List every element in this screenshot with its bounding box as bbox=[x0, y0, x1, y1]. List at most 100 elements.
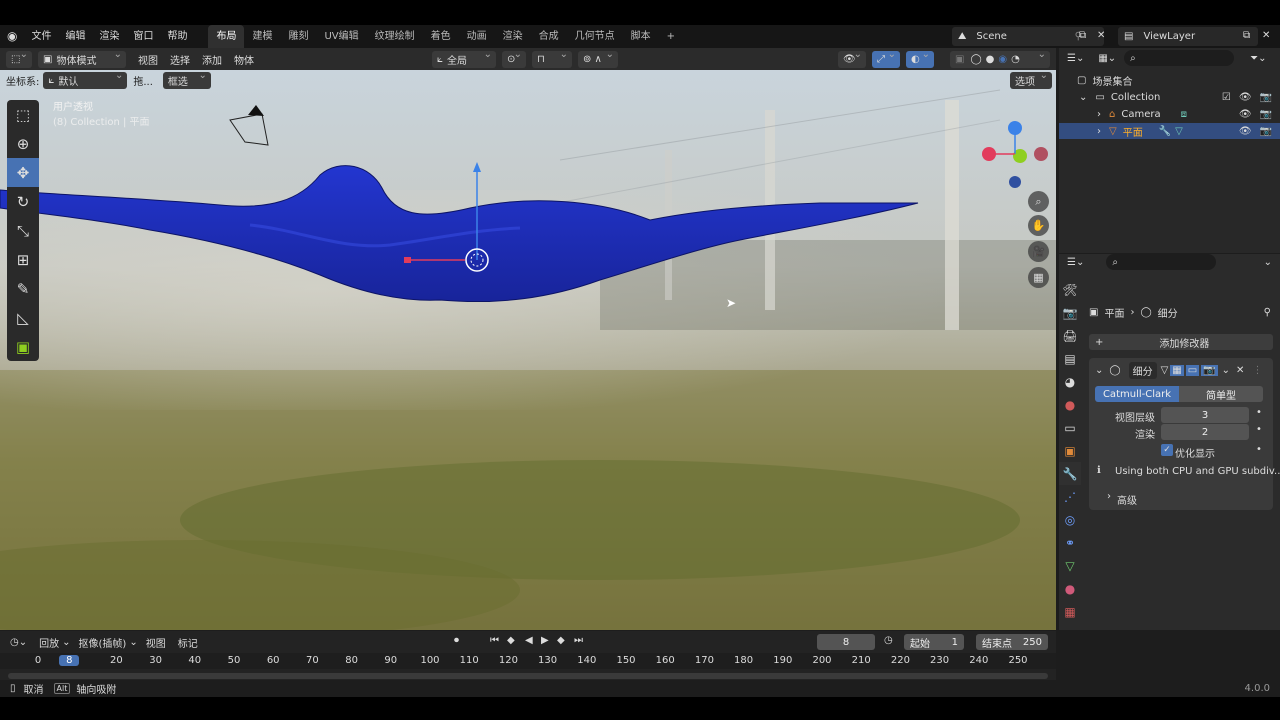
tab-sculpt[interactable]: 雕刻 bbox=[280, 25, 316, 48]
menu-help[interactable]: 帮助 bbox=[160, 25, 194, 48]
proportional-edit-dropdown[interactable]: ⊚ ∧ bbox=[578, 49, 618, 68]
frame-tick-label[interactable]: 160 bbox=[655, 655, 675, 666]
tab-layout[interactable]: 布局 bbox=[208, 25, 245, 48]
pivot-dropdown[interactable]: ⊙ bbox=[502, 49, 526, 68]
material-shading-icon[interactable]: ◉ bbox=[998, 54, 1007, 65]
frame-tick-label[interactable]: 130 bbox=[538, 655, 558, 666]
rotate-tool-icon[interactable]: ↻ bbox=[7, 187, 39, 216]
record-icon[interactable]: ⏺ bbox=[454, 635, 459, 646]
overlay-toggle[interactable]: ◐ bbox=[906, 49, 934, 68]
frame-tick-label[interactable]: 200 bbox=[812, 655, 832, 666]
xray-icon[interactable]: ▣ bbox=[955, 54, 964, 65]
mode-dropdown[interactable]: ▣ 物体模式 bbox=[38, 49, 126, 68]
menu-file[interactable]: 文件 bbox=[24, 25, 58, 48]
frame-tick-label[interactable]: 40 bbox=[185, 655, 205, 666]
current-frame-field[interactable]: 8 bbox=[817, 634, 875, 650]
menu-window[interactable]: 窗口 bbox=[126, 25, 160, 48]
coord-dropdown[interactable]: ⟀ 默认 bbox=[43, 70, 128, 89]
eye-icon[interactable]: 👁 bbox=[1239, 126, 1252, 137]
render-level-field[interactable]: 2 bbox=[1161, 424, 1249, 440]
cursor-tool-icon[interactable]: ⊕ bbox=[7, 129, 39, 158]
outliner-row-plane[interactable]: › ▽ 平面 🔧 ▽ 👁 📷 bbox=[1059, 123, 1280, 139]
filter-icon[interactable]: ⏷⌄ bbox=[1250, 53, 1266, 64]
tab-geometry-nodes[interactable]: 几何节点 bbox=[567, 25, 623, 48]
physics-tab-icon[interactable]: ◎ bbox=[1059, 508, 1081, 531]
new-view-layer-icon[interactable]: ⧉ bbox=[1243, 30, 1250, 41]
render-camera-icon[interactable]: 📷 bbox=[1260, 109, 1272, 120]
scale-tool-icon[interactable]: ⤡ bbox=[7, 216, 39, 245]
visibility-dropdown[interactable]: 👁 bbox=[838, 49, 866, 68]
frame-tick-label[interactable]: 20 bbox=[106, 655, 126, 666]
properties-editor-icon[interactable]: ☰⌄ bbox=[1067, 257, 1084, 268]
next-keyframe-icon[interactable]: ◆ bbox=[557, 635, 565, 646]
transform-tool-icon[interactable]: ⊞ bbox=[7, 245, 39, 274]
add-cube-tool-icon[interactable]: ▣ bbox=[7, 332, 39, 361]
timeline-scrollbar[interactable] bbox=[8, 673, 1048, 679]
frame-tick-label[interactable]: 220 bbox=[890, 655, 910, 666]
view-layer-selector[interactable]: ▤ ViewLayer bbox=[1118, 27, 1258, 46]
annotate-tool-icon[interactable]: ✎ bbox=[7, 274, 39, 303]
menu-render[interactable]: 渲染 bbox=[92, 25, 126, 48]
chevron-down-icon[interactable]: ⌄ bbox=[1264, 257, 1272, 268]
gizmo-toggle[interactable]: ⤢ bbox=[872, 49, 900, 68]
eye-icon[interactable]: 👁 bbox=[1239, 92, 1252, 103]
drag-handle-icon[interactable]: ⋮ bbox=[1252, 365, 1262, 376]
edit-mode-toggle-icon[interactable]: ▽ bbox=[1161, 365, 1169, 376]
wireframe-shading-icon[interactable]: ◯ bbox=[970, 54, 981, 65]
tool-tab-icon[interactable]: 🛠 bbox=[1059, 278, 1081, 301]
camera-view-icon[interactable]: 🎥 bbox=[1028, 241, 1049, 262]
texture-tab-icon[interactable]: ▦ bbox=[1059, 600, 1081, 623]
end-frame-field[interactable]: 结束点 250 bbox=[976, 634, 1048, 650]
rendered-shading-icon[interactable]: ◔ bbox=[1011, 54, 1020, 65]
move-tool-icon[interactable]: ✥ bbox=[7, 158, 39, 187]
constraints-tab-icon[interactable]: ⚭ bbox=[1059, 531, 1081, 554]
tab-uv[interactable]: UV编辑 bbox=[316, 25, 366, 48]
modifier-tab-icon[interactable]: 🔧 bbox=[1059, 462, 1081, 485]
start-frame-field[interactable]: 起始 1 bbox=[904, 634, 964, 650]
pin-icon[interactable]: ⚲ bbox=[1264, 307, 1271, 318]
tab-texture-paint[interactable]: 纹理绘制 bbox=[367, 25, 423, 48]
outliner-editor-icon[interactable]: ☰⌄ bbox=[1067, 53, 1084, 64]
close-icon[interactable]: ✕ bbox=[1236, 365, 1244, 376]
new-scene-icon[interactable]: ⧉ bbox=[1079, 30, 1086, 41]
frame-tick-label[interactable]: 170 bbox=[694, 655, 714, 666]
transform-orientation-dropdown[interactable]: ⟀ 全局 bbox=[432, 49, 496, 68]
jump-start-icon[interactable]: ⏮ bbox=[490, 635, 499, 646]
add-modifier-button[interactable]: + 添加修改器 bbox=[1089, 334, 1273, 350]
frame-tick-label[interactable]: 90 bbox=[381, 655, 401, 666]
solid-shading-icon[interactable]: ● bbox=[986, 54, 995, 65]
ortho-grid-icon[interactable]: ▦ bbox=[1028, 267, 1049, 288]
clock-icon[interactable]: ◷ bbox=[884, 635, 893, 646]
menu-view[interactable]: 视图 bbox=[132, 52, 164, 67]
tab-rendering[interactable]: 渲染 bbox=[495, 25, 531, 48]
output-tab-icon[interactable]: 🖨 bbox=[1059, 324, 1081, 347]
tab-compositing[interactable]: 合成 bbox=[531, 25, 567, 48]
select-box-tool-icon[interactable]: ⬚ bbox=[7, 100, 39, 129]
tab-scripting[interactable]: 脚本 bbox=[623, 25, 659, 48]
menu-add[interactable]: 添加 bbox=[196, 52, 228, 67]
snap-dropdown[interactable]: ⊓ bbox=[532, 49, 572, 68]
tab-modeling[interactable]: 建模 bbox=[244, 25, 280, 48]
render-tab-icon[interactable]: 📷 bbox=[1059, 301, 1081, 324]
editor-type-dropdown[interactable]: ⬚ bbox=[6, 49, 32, 68]
particles-tab-icon[interactable]: ⋰ bbox=[1059, 485, 1081, 508]
world-tab-icon[interactable]: ● bbox=[1059, 393, 1081, 416]
outliner-row-camera[interactable]: › ⌂ Camera ⧈ 👁 📷 bbox=[1059, 106, 1280, 122]
scene-tab-icon[interactable]: ◕ bbox=[1059, 370, 1081, 393]
blender-logo-icon[interactable]: ◉ bbox=[0, 25, 24, 48]
frame-tick-label[interactable]: 250 bbox=[1008, 655, 1028, 666]
jump-end-icon[interactable]: ⏭ bbox=[574, 635, 583, 646]
keyframe-dot-icon[interactable]: • bbox=[1256, 444, 1262, 455]
marker-menu[interactable]: 标记 bbox=[178, 635, 198, 650]
play-reverse-icon[interactable]: ◀ bbox=[525, 635, 533, 646]
keyframe-dot-icon[interactable]: • bbox=[1256, 407, 1262, 418]
expand-icon[interactable]: ⌄ bbox=[1079, 92, 1087, 103]
menu-select[interactable]: 选择 bbox=[164, 52, 196, 67]
render-camera-icon[interactable]: 📷 bbox=[1260, 92, 1272, 103]
frame-tick-label[interactable]: 50 bbox=[224, 655, 244, 666]
playback-menu[interactable]: 回放 bbox=[39, 635, 59, 650]
frame-tick-label[interactable]: 60 bbox=[263, 655, 283, 666]
play-icon[interactable]: ▶ bbox=[541, 635, 549, 646]
add-workspace-button[interactable]: + bbox=[659, 25, 683, 48]
options-dropdown[interactable]: 选项 bbox=[1010, 70, 1052, 89]
